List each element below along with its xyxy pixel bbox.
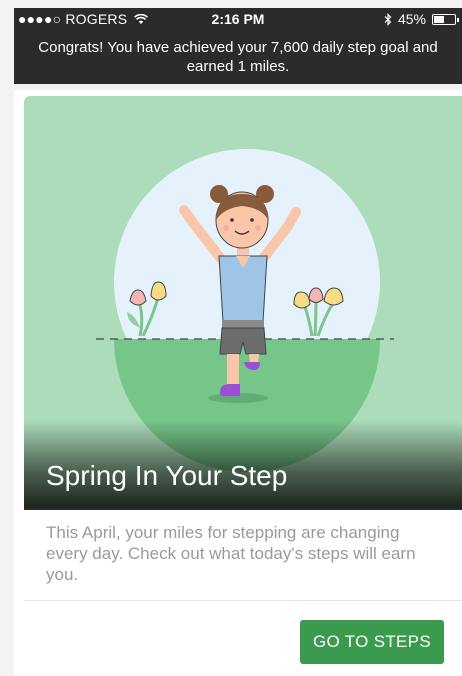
promo-card: Spring In Your Step This April, your mil…: [14, 90, 462, 676]
go-to-steps-button[interactable]: GO TO STEPS: [300, 620, 444, 664]
card-title: Spring In Your Step: [46, 460, 288, 491]
notification-banner: ●●●●○ ROGERS 2:16 PM 45% Congrats! You h…: [14, 8, 462, 84]
status-right: 45%: [384, 11, 459, 27]
battery-percent: 45%: [397, 11, 426, 27]
status-bar: ●●●●○ ROGERS 2:16 PM 45%: [14, 8, 462, 30]
divider: [24, 600, 462, 601]
card-description: This April, your miles for stepping are …: [46, 523, 416, 584]
bluetooth-icon: [384, 12, 392, 26]
goal-message: Congrats! You have achieved your 7,600 d…: [38, 39, 438, 75]
battery-icon: [432, 13, 459, 25]
